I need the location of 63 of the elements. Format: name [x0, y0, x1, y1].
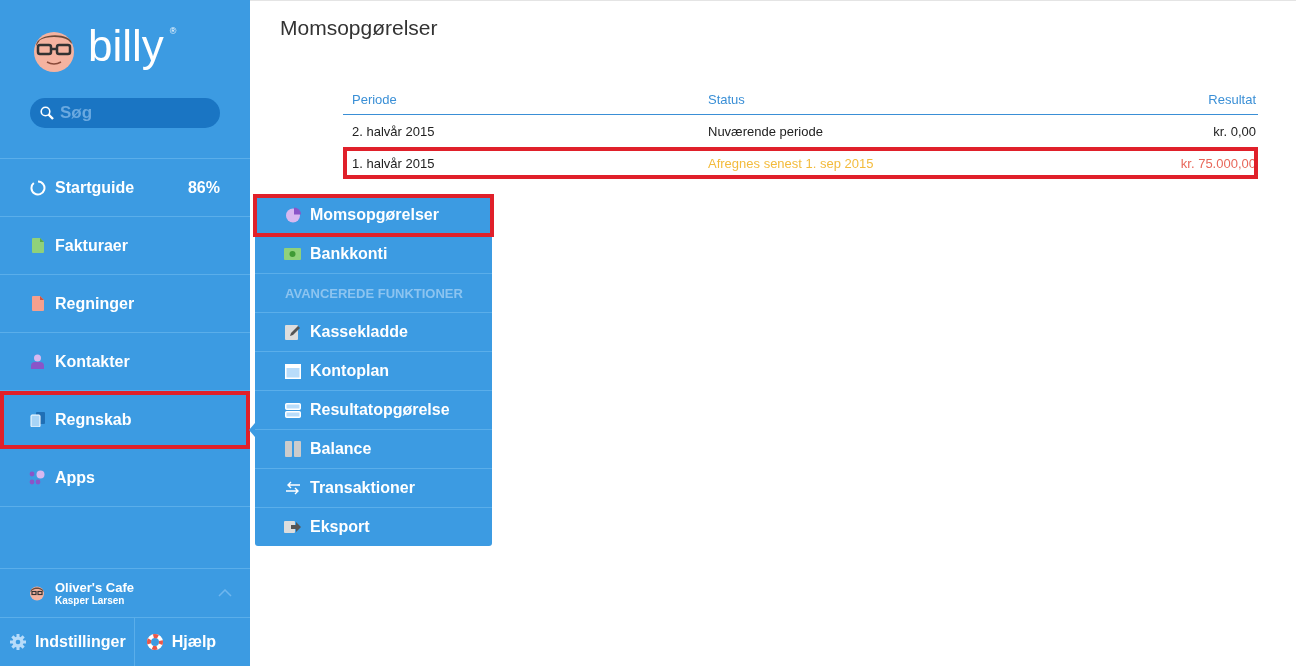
export-icon: [284, 520, 301, 534]
submenu-item[interactable]: Kassekladde: [255, 313, 492, 352]
nav-label: Startguide: [55, 178, 135, 197]
pie-chart-icon: [284, 207, 301, 223]
submenu-item[interactable]: Resultatopgørelse: [255, 391, 492, 430]
table-cell-text: kr. 75.000,00: [1179, 155, 1256, 171]
account-switcher[interactable]: Oliver's Cafe Kasper Larsen: [0, 568, 250, 618]
footer-button[interactable]: Indstillinger: [0, 618, 134, 666]
submenu-label: Transaktioner: [310, 479, 415, 497]
footer-button[interactable]: Hjælp: [133, 618, 225, 666]
column-header: Periode: [352, 91, 398, 107]
nav-label: Fakturaer: [55, 236, 128, 255]
avatar-icon: [29, 585, 45, 601]
table-cell-text: Afregnes senest 1. sep 2015: [708, 155, 875, 171]
nav-label: Apps: [55, 468, 95, 487]
submenu-item[interactable]: Kontoplan: [255, 352, 492, 391]
search-field[interactable]: Søg: [30, 98, 220, 128]
notepad-pencil-icon: [284, 324, 301, 340]
submenu-item[interactable]: Eksport: [255, 508, 492, 546]
registered-mark: ®: [169, 26, 177, 36]
submenu-label: Resultatopgørelse: [310, 401, 450, 419]
rows-icon: [284, 402, 301, 418]
submenu-label: Momsopgørelser: [310, 206, 439, 224]
nav-item[interactable]: Regnskab: [0, 391, 250, 449]
submenu-item[interactable]: Bankkonti: [255, 235, 492, 274]
pages-icon: [29, 412, 46, 427]
search-icon: [40, 106, 54, 120]
column-header: Resultat: [1207, 91, 1256, 107]
submenu-item[interactable]: Momsopgørelser: [255, 196, 492, 235]
columns-icon: [284, 441, 301, 457]
table-cell-text: 2. halvår 2015: [352, 123, 436, 139]
logo-text: billy: [88, 24, 164, 68]
submenu-label: Eksport: [310, 518, 370, 536]
settings-icon: [10, 634, 26, 650]
submenu-label: Kontoplan: [310, 362, 390, 380]
submenu-label: Bankkonti: [310, 245, 388, 263]
column-header: Status: [708, 91, 746, 107]
submenu-item[interactable]: Balance: [255, 430, 492, 469]
submenu-item[interactable]: Transaktioner: [255, 469, 492, 508]
nav-label: Regninger: [55, 294, 135, 313]
nav-label: Kontakter: [55, 352, 130, 371]
nav-label: Regnskab: [55, 410, 132, 429]
table-cell-text: Nuværende periode: [708, 123, 824, 139]
table-row[interactable]: 2. halvår 2015 Nuværende periode kr. 0,00: [343, 115, 1258, 147]
banknote-icon: [284, 248, 301, 260]
user-name: Kasper Larsen: [55, 595, 126, 606]
page-title: Momsopgørelser: [279, 15, 439, 41]
progress-percent: 86%: [187, 178, 220, 197]
loading-ring-icon: [29, 179, 46, 196]
table-cell-text: kr. 0,00: [1212, 123, 1256, 139]
window-icon: [284, 363, 301, 379]
company-name: Oliver's Cafe: [55, 580, 134, 595]
person-icon: [30, 354, 45, 369]
lifebuoy-icon: [146, 634, 163, 650]
submenu-heading: AVANCEREDE FUNKTIONER: [255, 274, 492, 313]
document-icon: [31, 238, 44, 253]
table-row[interactable]: 1. halvår 2015 Afregnes senest 1. sep 2015 kr. 75.000,00: [343, 147, 1258, 179]
submenu-label: Kassekladde: [310, 323, 408, 341]
table-cell-text: 1. halvår 2015: [352, 155, 436, 171]
circles-icon: [29, 469, 46, 486]
submenu-label: Balance: [310, 440, 372, 458]
document-icon: [31, 296, 44, 311]
arrows-icon: [284, 480, 301, 496]
